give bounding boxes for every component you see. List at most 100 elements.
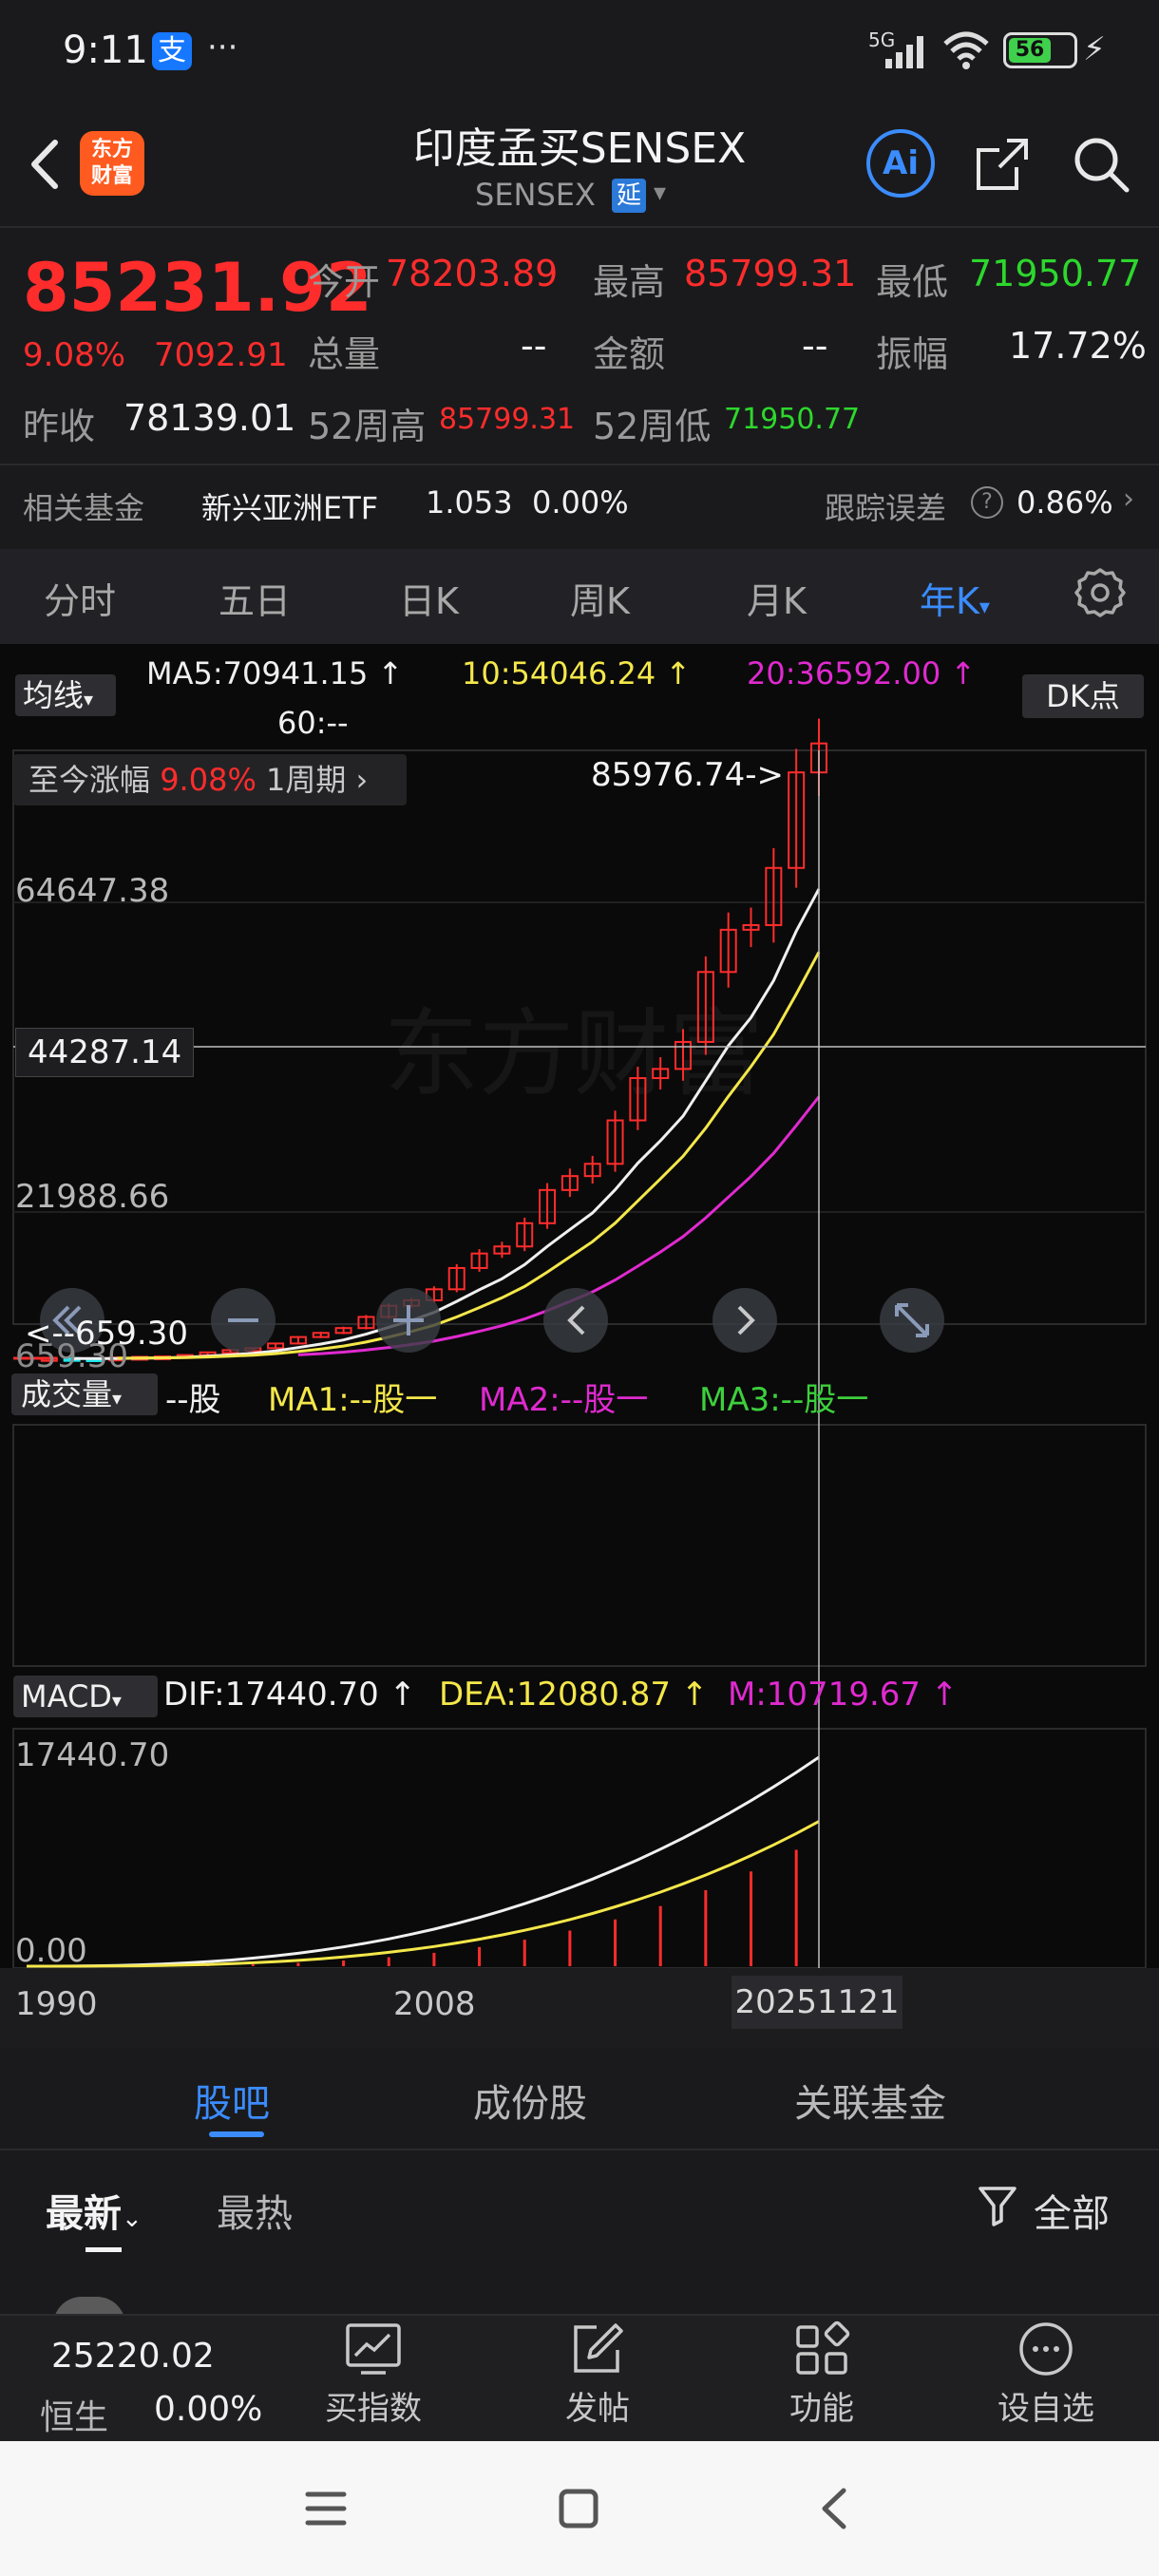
period-tabs: 分时 五日 日K 周K 月K 年K▾ <box>0 549 1159 644</box>
tab-yearly-k[interactable]: 年K▾ <box>920 572 990 624</box>
gear-icon[interactable] <box>1072 564 1129 621</box>
status-bar: 9:11 支 ··· 5G 56 ⚡ <box>0 0 1159 104</box>
tab-constituents[interactable]: 成份股 <box>473 2073 587 2128</box>
filter-icon[interactable] <box>977 2183 1018 2228</box>
change-amount: 7092.91 <box>154 336 288 374</box>
caret-down-icon: ▾ <box>84 688 94 710</box>
tab-daily-k[interactable]: 日K <box>399 572 459 624</box>
since-gain-value: 9.08% <box>160 762 256 798</box>
crosshair-date-label: 20251121 <box>732 1976 902 2029</box>
since-gain-label: 至今涨幅 <box>28 762 151 798</box>
back-arrow-icon[interactable] <box>21 131 68 198</box>
y-axis-label: 21988.66 <box>15 1178 170 1216</box>
zoom-out-icon[interactable] <box>211 1288 276 1353</box>
x-axis <box>0 1968 1159 2048</box>
system-nav-bar <box>0 2441 1159 2576</box>
ma5-line <box>71 888 821 1360</box>
edit-icon <box>574 2323 623 2373</box>
crosshair-price-label: 44287.14 <box>15 1028 195 1077</box>
home-icon[interactable] <box>557 2487 600 2530</box>
macd-dif-value: DIF:17440.70 ↑ <box>163 1676 417 1714</box>
trend-chart-icon <box>346 2323 401 2375</box>
volume-ma3: MA3:--股一 <box>699 1381 869 1419</box>
nav-label: 设自选 <box>998 2390 1094 2428</box>
volume-unit: --股 <box>165 1381 221 1419</box>
tab-five-day[interactable]: 五日 <box>218 572 291 624</box>
help-icon[interactable]: ? <box>971 486 1003 519</box>
fullscreen-icon[interactable] <box>880 1288 944 1353</box>
macd-y-zero: 0.00 <box>15 1932 87 1970</box>
hsi-value[interactable]: 25220.02 <box>51 2337 215 2376</box>
active-tab-indicator <box>209 2131 264 2137</box>
tab-intraday[interactable]: 分时 <box>44 572 116 624</box>
macd-m-value: M:10719.67 ↑ <box>728 1676 959 1714</box>
functions-button[interactable]: 功能 <box>750 2320 893 2429</box>
dk-point-button[interactable]: DK点 <box>1022 674 1144 718</box>
add-watchlist-button[interactable]: 设自选 <box>975 2320 1117 2429</box>
macd-indicator-button[interactable]: MACD▾ <box>13 1676 158 1717</box>
menu-icon[interactable] <box>304 2487 348 2530</box>
scroll-left-icon[interactable] <box>543 1288 608 1353</box>
caret-down-icon: ▾ <box>111 1689 122 1712</box>
prev-close-label: 昨收 <box>23 406 96 447</box>
chevron-right-icon[interactable]: › <box>1123 483 1134 516</box>
system-back-icon[interactable] <box>813 2487 857 2530</box>
scroll-right-icon[interactable] <box>712 1288 777 1353</box>
ma-selector-button[interactable]: 均线▾ <box>15 674 116 716</box>
open-label: 今开 <box>308 261 381 303</box>
chevron-down-icon[interactable]: ▾ <box>654 179 666 207</box>
share-icon[interactable] <box>971 133 1034 196</box>
volume-panel-frame <box>12 1424 1147 1667</box>
alipay-icon: 支 <box>152 32 192 70</box>
ma-selector-label: 均线 <box>23 677 85 713</box>
w52-high-label: 52周高 <box>308 406 427 447</box>
ma10-value: 10:54046.24 ↑ <box>462 655 692 691</box>
buy-index-button[interactable]: 买指数 <box>302 2320 445 2429</box>
x-axis-label: 1990 <box>15 1985 98 2023</box>
post-button[interactable]: 发帖 <box>526 2320 669 2429</box>
filter-all[interactable]: 全部 <box>1034 2183 1110 2238</box>
app-logo: 东方 财富 <box>80 131 144 196</box>
w52-low-value: 71950.77 <box>724 403 861 436</box>
hsi-change: 0.00% <box>154 2390 263 2429</box>
tab-weekly-k[interactable]: 周K <box>570 572 630 624</box>
app-root: 9:11 支 ··· 5G 56 ⚡ 东方 财富 印度孟买SENSEX SENS… <box>0 0 1159 2576</box>
sort-hottest[interactable]: 最热 <box>217 2183 293 2238</box>
charging-icon: ⚡ <box>1083 30 1106 68</box>
macd-indicator-label: MACD <box>21 1678 112 1714</box>
logo-line-2: 财富 <box>90 164 133 188</box>
ma5-value: MA5:70941.15 ↑ <box>146 655 404 691</box>
amount-label: 金额 <box>593 333 666 375</box>
more-circle-icon <box>1019 2322 1073 2376</box>
status-time: 9:11 <box>63 28 148 72</box>
caret-down-icon: ▾ <box>978 596 990 619</box>
volume-indicator-button[interactable]: 成交量▾ <box>11 1373 158 1415</box>
fund-change: 0.00% <box>532 484 629 521</box>
hsi-name[interactable]: 恒生 <box>40 2390 108 2439</box>
zoom-in-icon[interactable] <box>376 1288 441 1353</box>
page-title: 印度孟买SENSEX <box>412 124 747 173</box>
search-icon[interactable] <box>1070 133 1132 196</box>
fund-name[interactable]: 新兴亚洲ETF <box>201 484 378 528</box>
since-gain-box[interactable]: 至今涨幅 9.08% 1周期 › <box>13 754 407 805</box>
page-subtitle[interactable]: SENSEX <box>475 177 596 213</box>
macd-dea-value: DEA:12080.87 ↑ <box>439 1676 709 1714</box>
tab-related-funds[interactable]: 关联基金 <box>794 2073 946 2128</box>
amplitude-value: 17.72% <box>1009 325 1147 367</box>
sort-latest[interactable]: 最新⌄ <box>46 2183 142 2238</box>
since-gain-period: 1周期 › <box>266 762 369 798</box>
tab-yearly-k-label: 年K <box>920 580 979 622</box>
dea-line <box>27 1820 820 1968</box>
tab-guba[interactable]: 股吧 <box>194 2073 270 2128</box>
divider <box>0 2149 1159 2150</box>
macd-histogram <box>206 1849 798 1966</box>
x-axis-label: 2008 <box>393 1985 476 2023</box>
volume-ma2: MA2:--股一 <box>479 1381 649 1419</box>
delay-badge: 延 <box>612 179 646 213</box>
ai-button[interactable]: Ai <box>866 129 935 198</box>
wifi-icon <box>943 31 989 69</box>
sort-latest-label: 最新 <box>46 2192 122 2236</box>
watermark: 东方财富 <box>384 998 764 1109</box>
tab-monthly-k[interactable]: 月K <box>747 572 807 624</box>
battery-level: 56 <box>1009 38 1051 63</box>
